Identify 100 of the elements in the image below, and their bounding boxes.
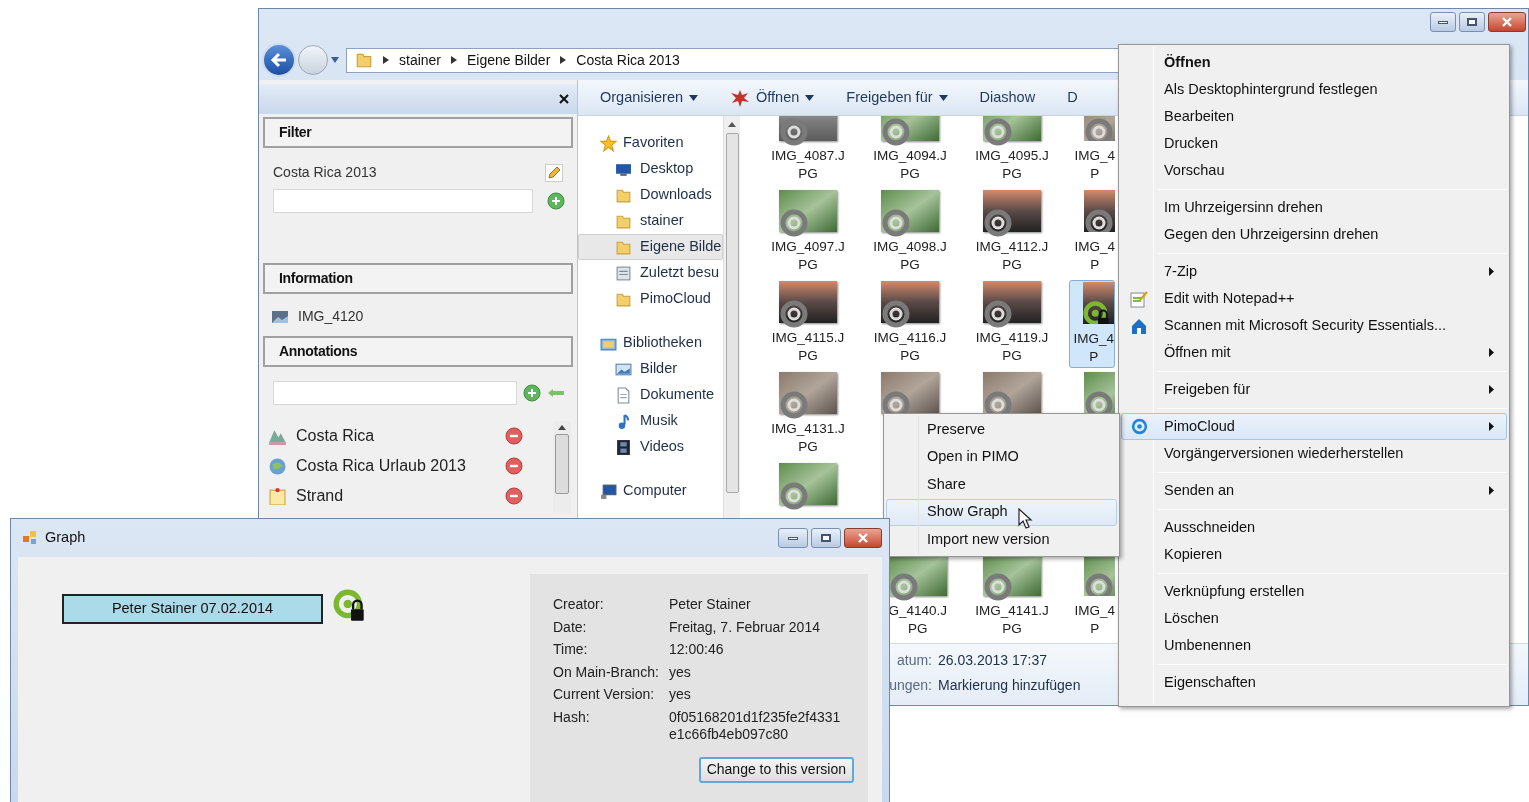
- nav-item[interactable]: Desktop: [578, 156, 723, 182]
- scroll-up-icon[interactable]: [728, 122, 736, 127]
- dropdown-caret-icon[interactable]: [330, 56, 340, 64]
- minimize-button[interactable]: [1430, 12, 1456, 32]
- file-tile[interactable]: IMG_4097.J PG: [767, 189, 849, 277]
- house-icon: [1130, 316, 1148, 335]
- file-tile[interactable]: IMG_4112.J PG: [971, 189, 1053, 277]
- file-tile[interactable]: IMG_4131.J PG: [767, 371, 849, 459]
- file-name: PG: [900, 256, 920, 274]
- ring-icon: [881, 299, 911, 329]
- menu-item[interactable]: Vorgängerversionen wiederherstellen: [1121, 440, 1507, 467]
- menu-item[interactable]: Senden an: [1121, 477, 1507, 504]
- filter-tag: Costa Rica 2013: [273, 162, 377, 183]
- breadcrumb[interactable]: stainer: [399, 49, 442, 71]
- toolbar-button[interactable]: D: [1067, 86, 1078, 109]
- remove-icon[interactable]: [505, 487, 523, 505]
- file-tile[interactable]: IMG_4087.J PG: [767, 116, 849, 186]
- version-node[interactable]: Peter Stainer 07.02.2014: [62, 594, 323, 624]
- add-icon[interactable]: [547, 192, 565, 210]
- annotation-label[interactable]: Costa Rica Urlaub 2013: [296, 454, 495, 478]
- menu-item[interactable]: Vorschau: [1121, 157, 1507, 184]
- nav-item[interactable]: Musik: [578, 408, 723, 434]
- scrollbar[interactable]: [553, 421, 571, 513]
- star-icon: [600, 134, 617, 152]
- scroll-up-icon[interactable]: [558, 425, 566, 430]
- file-name: IMG_4115.J: [771, 329, 845, 347]
- group-header: Information: [263, 263, 573, 294]
- toolbar-button[interactable]: Organisieren: [600, 86, 698, 109]
- chevron-right-icon[interactable]: [451, 56, 458, 64]
- nav-item[interactable]: Favoriten: [578, 130, 723, 156]
- caret-icon: [938, 94, 948, 101]
- menu-item[interactable]: 7-Zip: [1121, 258, 1507, 285]
- menu-item[interactable]: Scannen mit Microsoft Security Essentials...: [1121, 312, 1507, 339]
- ring-icon: [983, 299, 1013, 329]
- menu-item[interactable]: Umbenennen: [1121, 632, 1507, 659]
- menu-item[interactable]: Import new version: [886, 526, 1117, 554]
- nav-item[interactable]: Computer: [578, 478, 723, 504]
- nav-item[interactable]: Bibliotheken: [578, 330, 723, 356]
- add-icon[interactable]: [523, 384, 541, 402]
- nav-item[interactable]: stainer: [578, 208, 723, 234]
- file-name: PG: [1002, 347, 1022, 365]
- filter-input[interactable]: [273, 189, 533, 213]
- menu-item[interactable]: Eigenschaften: [1121, 669, 1507, 696]
- change-version-button[interactable]: Change to this version: [698, 756, 854, 783]
- menu-item[interactable]: Show Graph: [886, 498, 1117, 526]
- nav-item[interactable]: PimoCloud: [578, 286, 723, 312]
- menu-item[interactable]: Löschen: [1121, 605, 1507, 632]
- chevron-right-icon[interactable]: [560, 56, 567, 64]
- annotation-label[interactable]: Strand: [296, 484, 495, 508]
- file-tile[interactable]: IMG_4115.J PG: [767, 280, 849, 368]
- file-tile[interactable]: IMG_4095.J PG: [971, 116, 1053, 186]
- maximize-button[interactable]: [811, 528, 841, 548]
- menu-item[interactable]: Im Uhrzeigersinn drehen: [1121, 194, 1507, 221]
- toolbar-button[interactable]: Diashow: [979, 86, 1036, 109]
- close-icon[interactable]: [559, 94, 569, 104]
- menu-item[interactable]: Open in PIMO: [886, 443, 1117, 471]
- annotation-label[interactable]: Costa Rica: [296, 424, 495, 448]
- menu-item[interactable]: Als Desktophintergrund festlegen: [1121, 76, 1507, 103]
- menu-item[interactable]: Öffnen mit: [1121, 339, 1507, 366]
- back-button[interactable]: [262, 43, 296, 77]
- ring-icon: [1084, 208, 1114, 232]
- close-button[interactable]: [1488, 12, 1526, 32]
- menu-item[interactable]: Drucken: [1121, 130, 1507, 157]
- file-tile[interactable]: IMG_4116.J PG: [869, 280, 951, 368]
- close-button[interactable]: [844, 528, 882, 548]
- toolbar-button[interactable]: Freigeben für: [846, 86, 948, 109]
- minimize-button[interactable]: [778, 528, 808, 548]
- menu-item[interactable]: Ausschneiden: [1121, 514, 1507, 541]
- remove-icon[interactable]: [505, 427, 523, 445]
- file-tile[interactable]: IMG_4141.J PG: [971, 553, 1053, 641]
- maximize-button[interactable]: [1459, 12, 1485, 32]
- breadcrumb[interactable]: Eigene Bilder: [467, 49, 551, 71]
- menu-item[interactable]: Share: [886, 471, 1117, 499]
- nav-item[interactable]: Dokumente: [578, 382, 723, 408]
- menu-item[interactable]: Verknüpfung erstellen: [1121, 578, 1507, 605]
- nav-item[interactable]: Eigene Bilde: [578, 234, 723, 260]
- annotation-input[interactable]: [273, 381, 517, 405]
- toolbar-button[interactable]: Öffnen: [730, 86, 815, 109]
- nav-item[interactable]: Zuletzt besu: [578, 260, 723, 286]
- menu-item[interactable]: Preserve: [886, 416, 1117, 444]
- menu-item[interactable]: Bearbeiten: [1121, 103, 1507, 130]
- ring-icon: [881, 208, 911, 238]
- nav-item[interactable]: Downloads: [578, 182, 723, 208]
- file-tile[interactable]: IMG_4 P: [1069, 280, 1115, 368]
- file-tile[interactable]: IMG_4094.J PG: [869, 116, 951, 186]
- nav-item[interactable]: Bilder: [578, 356, 723, 382]
- pencil-icon[interactable]: [545, 163, 563, 182]
- remove-icon[interactable]: [505, 457, 523, 475]
- chevron-right-icon[interactable]: [383, 56, 389, 64]
- file-tile[interactable]: IMG_4119.J PG: [971, 280, 1053, 368]
- menu-item[interactable]: Kopieren: [1121, 541, 1507, 568]
- group-header: Annotations: [263, 336, 573, 367]
- menu-item[interactable]: Edit with Notepad++: [1121, 285, 1507, 312]
- menu-item[interactable]: PimoCloud: [1121, 413, 1507, 440]
- menu-item[interactable]: Freigeben für: [1121, 376, 1507, 403]
- nav-item[interactable]: Videos: [578, 434, 723, 460]
- menu-item[interactable]: Gegen den Uhrzeigersinn drehen: [1121, 221, 1507, 248]
- breadcrumb[interactable]: Costa Rica 2013: [576, 49, 680, 71]
- submenu-arrow-icon: [1489, 422, 1494, 431]
- file-tile[interactable]: IMG_4098.J PG: [869, 189, 951, 277]
